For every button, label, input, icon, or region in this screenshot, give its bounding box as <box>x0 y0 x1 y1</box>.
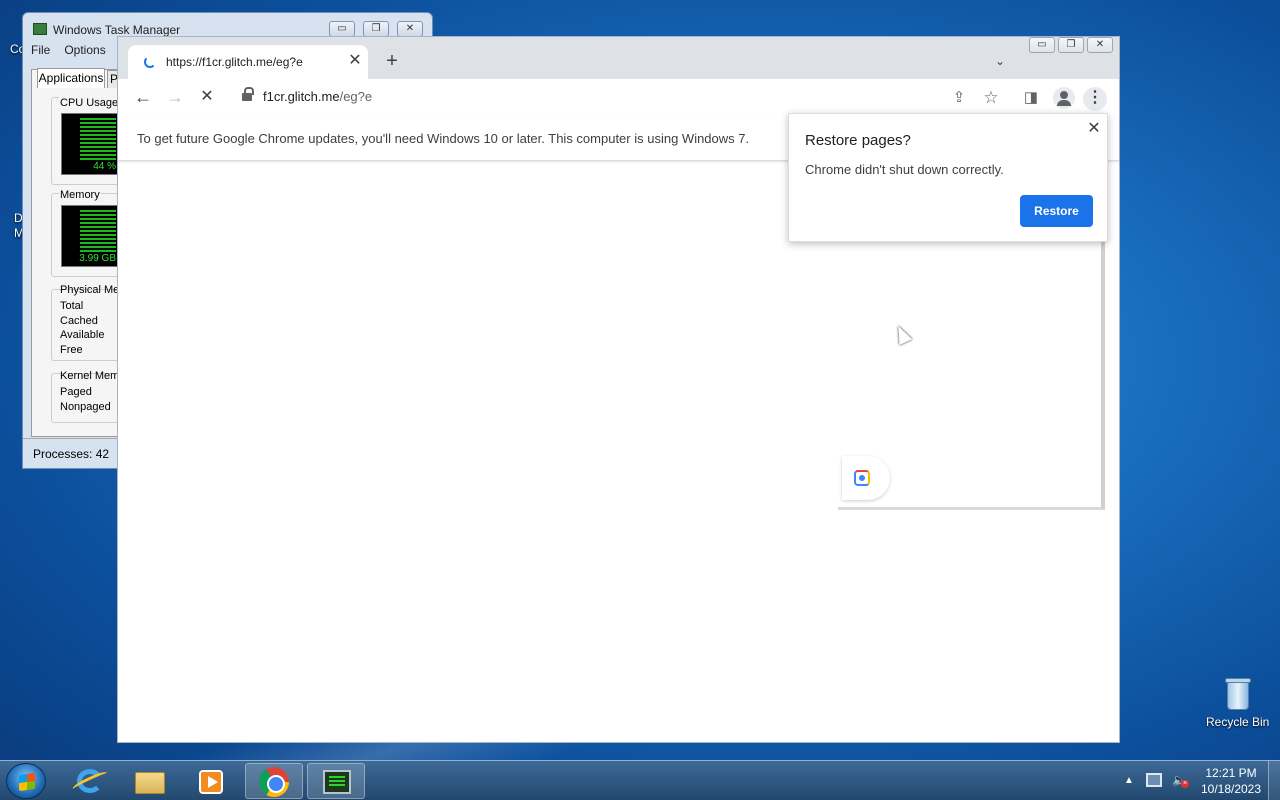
memory-graph: 3.99 GB <box>61 205 119 267</box>
clock-date: 10/18/2023 <box>1200 782 1262 796</box>
clock-time: 12:21 PM <box>1205 766 1257 780</box>
restore-button[interactable]: Restore <box>1020 195 1093 227</box>
memory-value: 3.99 GB <box>79 253 116 264</box>
cpu-usage-value: 44 % <box>93 161 116 172</box>
task-manager-icon <box>323 770 351 794</box>
chrome-icon <box>259 767 289 797</box>
address-bar[interactable]: f1cr.glitch.me/eg?e <box>230 83 970 111</box>
menu-options[interactable]: Options <box>64 43 105 61</box>
tab-title: https://f1cr.glitch.me/eg?e <box>166 55 303 69</box>
clock[interactable]: 12:21 PM 10/18/2023 <box>1196 765 1266 797</box>
forward-arrow-icon[interactable]: → <box>163 86 187 110</box>
physical-memory-cached-label: Cached <box>60 315 98 327</box>
loading-spinner-icon <box>144 56 156 68</box>
chrome-tab[interactable]: https://f1cr.glitch.me/eg?e ✕ <box>128 45 368 79</box>
update-info-text: To get future Google Chrome updates, you… <box>137 131 750 146</box>
start-button[interactable] <box>6 763 46 799</box>
url-text[interactable]: f1cr.glitch.me/eg?e <box>263 89 372 104</box>
task-manager-app-icon <box>33 23 47 35</box>
url-path: /eg?e <box>339 89 373 104</box>
google-lens-icon <box>854 470 870 486</box>
task-manager-minimize-button[interactable]: ▭ <box>329 21 355 37</box>
close-icon[interactable]: ✕ <box>1085 120 1103 138</box>
chrome-toolbar: ← → ✕ f1cr.glitch.me/eg?e ⇪ ☆ ◨ ⋮ <box>118 79 1119 115</box>
kernel-memory-title: Kernel Memo <box>60 370 126 382</box>
side-panel-icon[interactable]: ◨ <box>1019 86 1043 110</box>
taskbar-internet-explorer[interactable] <box>61 763 119 799</box>
task-manager-title: Windows Task Manager <box>53 23 181 37</box>
chrome-minimize-button[interactable]: ▭ <box>1029 37 1055 53</box>
bin-body <box>1227 682 1249 710</box>
memory-title: Memory <box>59 189 101 201</box>
cpu-usage-title: CPU Usage <box>59 97 120 109</box>
tab-close-icon[interactable]: ✕ <box>346 52 364 70</box>
show-desktop-button[interactable] <box>1268 761 1280 800</box>
cpu-usage-graph: 44 % <box>61 113 119 175</box>
task-manager-menubar: File Options <box>31 43 106 61</box>
show-hidden-icons-arrow-icon[interactable]: ▲ <box>1124 775 1134 786</box>
physical-memory-available-label: Available <box>60 329 105 341</box>
taskbar: ▲ 🔈 × 12:21 PM 10/18/2023 <box>0 760 1280 800</box>
taskbar-chrome[interactable] <box>245 763 303 799</box>
bookmark-star-icon[interactable]: ☆ <box>979 86 1003 110</box>
share-icon[interactable]: ⇪ <box>947 86 971 110</box>
network-icon[interactable] <box>1146 773 1162 787</box>
menu-file[interactable]: File <box>31 43 50 61</box>
memory-bars <box>80 210 116 254</box>
media-player-icon <box>199 770 223 794</box>
taskbar-file-explorer[interactable] <box>121 763 179 799</box>
recycle-bin-label[interactable]: Recycle Bin <box>1206 715 1269 729</box>
tab-search-chevron-icon[interactable]: ⌄ <box>990 51 1010 71</box>
google-lens-button[interactable] <box>842 456 890 500</box>
stop-loading-icon[interactable]: ✕ <box>195 86 219 110</box>
tab-applications[interactable]: Applications <box>37 68 105 88</box>
url-host: f1cr.glitch.me <box>263 89 340 104</box>
kernel-memory-nonpaged-label: Nonpaged <box>60 401 111 413</box>
chrome-window-controls: ▭ ❐ ✕ <box>1029 37 1113 53</box>
taskbar-task-manager[interactable] <box>307 763 365 799</box>
physical-memory-free-label: Free <box>60 344 83 356</box>
cpu-usage-bars <box>80 118 116 162</box>
profile-avatar-icon[interactable] <box>1053 87 1075 109</box>
lock-icon[interactable] <box>242 87 254 102</box>
volume-muted-badge-icon: × <box>1181 780 1189 788</box>
task-manager-close-button[interactable]: ✕ <box>397 21 423 37</box>
physical-memory-total-label: Total <box>60 300 84 312</box>
kernel-memory-paged-label: Paged <box>60 386 92 398</box>
restore-pages-dialog: Restore pages? Chrome didn't shut down c… <box>788 113 1108 242</box>
back-arrow-icon[interactable]: ← <box>131 86 155 110</box>
processes-count: Processes: 42 <box>33 447 110 461</box>
recycle-bin-icon[interactable] <box>1214 678 1260 712</box>
folder-icon <box>135 772 165 794</box>
task-manager-maximize-button[interactable]: ❐ <box>363 21 389 37</box>
chrome-restore-button[interactable]: ❐ <box>1058 37 1084 53</box>
chrome-menu-icon[interactable]: ⋮ <box>1083 87 1107 111</box>
windows-logo-icon <box>19 772 35 792</box>
taskbar-media-player[interactable] <box>182 763 240 799</box>
chrome-close-button[interactable]: ✕ <box>1087 37 1113 53</box>
restore-dialog-message: Chrome didn't shut down correctly. <box>805 162 1004 177</box>
new-tab-button[interactable]: + <box>380 49 404 73</box>
restore-dialog-title: Restore pages? <box>805 132 911 149</box>
chrome-tabstrip[interactable]: https://f1cr.glitch.me/eg?e ✕ + ⌄ ▭ ❐ ✕ <box>118 37 1119 79</box>
